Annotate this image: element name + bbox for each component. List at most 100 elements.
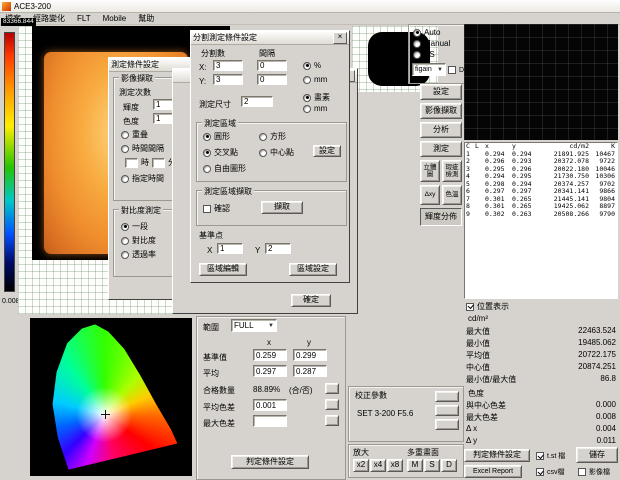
calibration-panel: 校正參數 SET 3-200 F5.6 xyxy=(348,386,464,442)
defect-check-button[interactable]: 瑕疵檢測 xyxy=(442,160,462,182)
confirm-checkbox[interactable]: 確認 xyxy=(203,203,230,214)
auto-label: Auto xyxy=(424,28,440,37)
overlap-radio[interactable]: 重叠 xyxy=(121,129,148,140)
mm-radio[interactable]: mm xyxy=(303,75,327,84)
y-division-field[interactable]: 3 xyxy=(213,74,243,85)
checkbox-icon xyxy=(536,452,544,460)
base-x-field[interactable]: 1 xyxy=(217,243,243,254)
stereo-view-button[interactable]: 立體圖 xyxy=(420,160,440,182)
ref-x-field[interactable]: 0.259 xyxy=(253,349,287,361)
analyze-button[interactable]: 分析 xyxy=(420,122,462,138)
table-row[interactable]: 70.3010.26521445.1419804 xyxy=(465,196,617,204)
capture-area-button[interactable]: 擷取 xyxy=(261,201,303,214)
size-field[interactable]: 2 xyxy=(241,96,273,107)
percent-label: % xyxy=(314,61,321,70)
tst-file-checkbox[interactable]: t.st 檔 xyxy=(536,451,565,461)
zoom-x8-button[interactable]: x8 xyxy=(387,459,403,472)
setting-button[interactable]: 設定 xyxy=(420,84,462,100)
ref-y-field[interactable]: 0.299 xyxy=(293,349,327,361)
table-row[interactable]: 60.2970.29720341.1419866 xyxy=(465,188,617,196)
transmit-label: 透過率 xyxy=(132,249,156,260)
menu-flt[interactable]: FLT xyxy=(77,14,91,23)
area-set-button[interactable]: 設定 xyxy=(313,145,341,157)
close-icon[interactable]: × xyxy=(333,32,347,44)
table-row[interactable]: 30.2950.29620022.18010046 xyxy=(465,166,617,174)
image-file-checkbox[interactable]: 影像檔 xyxy=(578,467,610,477)
table-row[interactable]: 80.3010.26519425.0628897 xyxy=(465,203,617,211)
maxdiff-side-button[interactable] xyxy=(325,415,339,426)
center-radio[interactable]: 中心點 xyxy=(259,147,294,158)
avg-y-field: 0.287 xyxy=(293,365,327,377)
ref-y-value: 0.299 xyxy=(296,351,316,360)
size-mm-radio[interactable]: mm xyxy=(303,104,327,113)
table-cell: 9790 xyxy=(590,211,616,219)
table-row[interactable]: 40.2940.29521730.75010306 xyxy=(465,173,617,181)
calibration-button-1[interactable] xyxy=(435,391,459,402)
judge-condition-button-2[interactable]: 判定條件設定 xyxy=(464,449,530,462)
gain-value: figain xyxy=(415,66,432,73)
multiview-m-button[interactable]: M xyxy=(407,459,423,472)
base-y-field[interactable]: 2 xyxy=(265,243,291,254)
transmit-radio[interactable]: 透過率 xyxy=(121,249,156,260)
free-shape-radio[interactable]: 自由圖形 xyxy=(203,163,246,174)
manual-radio[interactable]: Manual xyxy=(413,39,450,48)
checkbox-icon xyxy=(203,205,211,213)
circle-radio[interactable]: 圓形 xyxy=(203,131,230,142)
x-gap-field[interactable]: 0 xyxy=(257,60,287,71)
avgdiff-side-button[interactable] xyxy=(325,399,339,410)
interval-radio[interactable]: 時間間隔 xyxy=(121,143,164,154)
stat-row: 最小值19485.062 xyxy=(466,338,616,349)
calibration-title: 校正參數 xyxy=(355,390,387,401)
dialog-title-bar[interactable]: 分割測定條件設定 × xyxy=(191,31,349,45)
luminance-dist-button[interactable]: 輝度分佈 xyxy=(420,208,462,226)
hour-label: 時 xyxy=(141,157,149,168)
percent-radio[interactable]: % xyxy=(303,61,321,70)
menu-help[interactable]: 幫助 xyxy=(138,13,154,24)
stat-row: 最大色差0.008 xyxy=(466,412,616,423)
multiview-d-button[interactable]: D xyxy=(441,459,457,472)
hour-field[interactable] xyxy=(125,158,138,168)
area-edit-button[interactable]: 區域編輯 xyxy=(199,263,247,276)
menu-path-change[interactable]: 經路變化 xyxy=(33,13,65,24)
square-radio[interactable]: 方形 xyxy=(259,131,286,142)
table-row[interactable]: 10.2940.29421891.92510467 xyxy=(465,151,617,159)
cross-radio[interactable]: 交叉點 xyxy=(203,147,238,158)
ok-button[interactable]: 確定 xyxy=(291,294,331,307)
specified-time-radio[interactable]: 指定時間 xyxy=(121,173,164,184)
zoom-x4-button[interactable]: x4 xyxy=(370,459,386,472)
delta-xy-button[interactable]: Δxy xyxy=(420,185,440,205)
cie-diagram xyxy=(30,318,192,476)
area-setting-button[interactable]: 區域設定 xyxy=(289,263,337,276)
pass-unit: (合/否) xyxy=(289,385,313,396)
zoom-x2-button[interactable]: x2 xyxy=(353,459,369,472)
image-capture-button[interactable]: 影像擷取 xyxy=(420,103,462,119)
position-display-checkbox[interactable]: 位置表示 xyxy=(466,301,509,312)
color-temp-button[interactable]: 色溫 xyxy=(442,185,462,205)
csv-file-checkbox[interactable]: csv檔 xyxy=(536,467,565,477)
gain-select[interactable]: figain ▼ xyxy=(412,63,446,76)
measure-button[interactable]: 測定 xyxy=(420,141,462,157)
table-row[interactable]: 50.2980.29420374.2579702 xyxy=(465,181,617,189)
auto-radio[interactable]: Auto xyxy=(413,28,440,37)
measurement-display-canvas[interactable] xyxy=(464,24,618,140)
minute-field[interactable] xyxy=(152,158,165,168)
ss-radio[interactable]: SS xyxy=(413,50,435,59)
excel-report-button[interactable]: Excel Report xyxy=(464,465,522,478)
table-cell: 0.293 xyxy=(511,158,538,166)
calibration-button-3[interactable] xyxy=(435,419,459,430)
pixel-radio[interactable]: 畫素 xyxy=(303,92,330,103)
chroma-value: 1 xyxy=(156,114,160,123)
x-division-field[interactable]: 3 xyxy=(213,60,243,71)
menu-mobile[interactable]: Mobile xyxy=(103,14,127,23)
pass-side-button[interactable] xyxy=(325,383,339,394)
table-row[interactable]: 90.3020.26320508.2669790 xyxy=(465,211,617,219)
y-gap-field[interactable]: 0 xyxy=(257,74,287,85)
table-row[interactable]: 20.2960.29320372.0789722 xyxy=(465,158,617,166)
one-step-radio[interactable]: 一段 xyxy=(121,221,148,232)
calibration-button-2[interactable] xyxy=(435,405,459,416)
judge-condition-button[interactable]: 判定條件設定 xyxy=(231,455,309,469)
contrast-radio[interactable]: 對比度 xyxy=(121,235,156,246)
multiview-s-button[interactable]: S xyxy=(424,459,440,472)
save-button[interactable]: 儲存 xyxy=(576,447,618,463)
range-select[interactable]: FULL ▼ xyxy=(231,319,277,332)
